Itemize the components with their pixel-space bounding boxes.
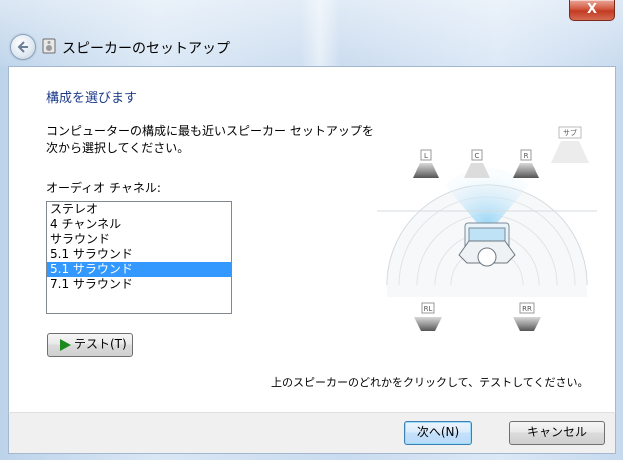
speaker-rear-right-label: RR: [522, 305, 532, 313]
test-button-label: テスト(T): [74, 337, 127, 351]
channel-option-5-1-b[interactable]: 5.1 サラウンド: [47, 262, 231, 277]
speaker-sub-label: サブ: [563, 128, 577, 137]
instruction-text: 上のスピーカーのどれかをクリックして、テストしてください。: [271, 376, 589, 389]
window-title: スピーカーのセットアップ: [62, 41, 230, 57]
speaker-left-label: L: [424, 152, 428, 160]
channel-option-7-1[interactable]: 7.1 サラウンド: [47, 277, 231, 292]
speaker-right-label: R: [524, 152, 529, 160]
speaker-rear-left[interactable]: RL: [414, 302, 442, 331]
play-icon: [60, 339, 71, 351]
button-bar: 次へ(N) キャンセル: [8, 412, 616, 454]
page-heading: 構成を選びます: [46, 91, 138, 106]
speaker-diagram: L C R サブ RL RR: [377, 126, 597, 331]
audio-channel-list[interactable]: ステレオ 4 チャンネル サラウンド 5.1 サラウンド 5.1 サラウンド 7…: [46, 201, 232, 314]
test-button[interactable]: テスト(T): [47, 333, 133, 357]
speaker-right[interactable]: R: [513, 149, 539, 178]
next-button[interactable]: 次へ(N): [404, 421, 472, 445]
channel-option-surround[interactable]: サラウンド: [47, 232, 231, 247]
content-panel: 構成を選びます コンピューターの構成に最も近いスピーカー セットアップを次から選…: [8, 66, 616, 413]
listener-figure: [458, 222, 516, 267]
speaker-center[interactable]: C: [464, 149, 490, 178]
speaker-rear-left-label: RL: [424, 305, 433, 313]
speaker-subwoofer[interactable]: サブ: [551, 126, 589, 163]
channel-option-5-1-a[interactable]: 5.1 サラウンド: [47, 247, 231, 262]
back-arrow-icon: [17, 41, 28, 53]
audio-channel-label: オーディオ チャネル:: [46, 181, 161, 195]
speaker-left[interactable]: L: [413, 149, 439, 178]
speaker-settings-icon: [42, 38, 56, 54]
cancel-button[interactable]: キャンセル: [509, 421, 605, 445]
channel-option-quad[interactable]: 4 チャンネル: [47, 217, 231, 232]
description-text: コンピューターの構成に最も近いスピーカー セットアップを次から選択してください。: [46, 124, 374, 155]
back-button[interactable]: [10, 34, 36, 60]
frame-highlight: [300, 0, 340, 66]
speaker-center-label: C: [475, 152, 480, 160]
channel-option-stereo[interactable]: ステレオ: [47, 202, 231, 217]
close-button[interactable]: X: [569, 0, 615, 21]
speaker-rear-right[interactable]: RR: [513, 302, 541, 331]
